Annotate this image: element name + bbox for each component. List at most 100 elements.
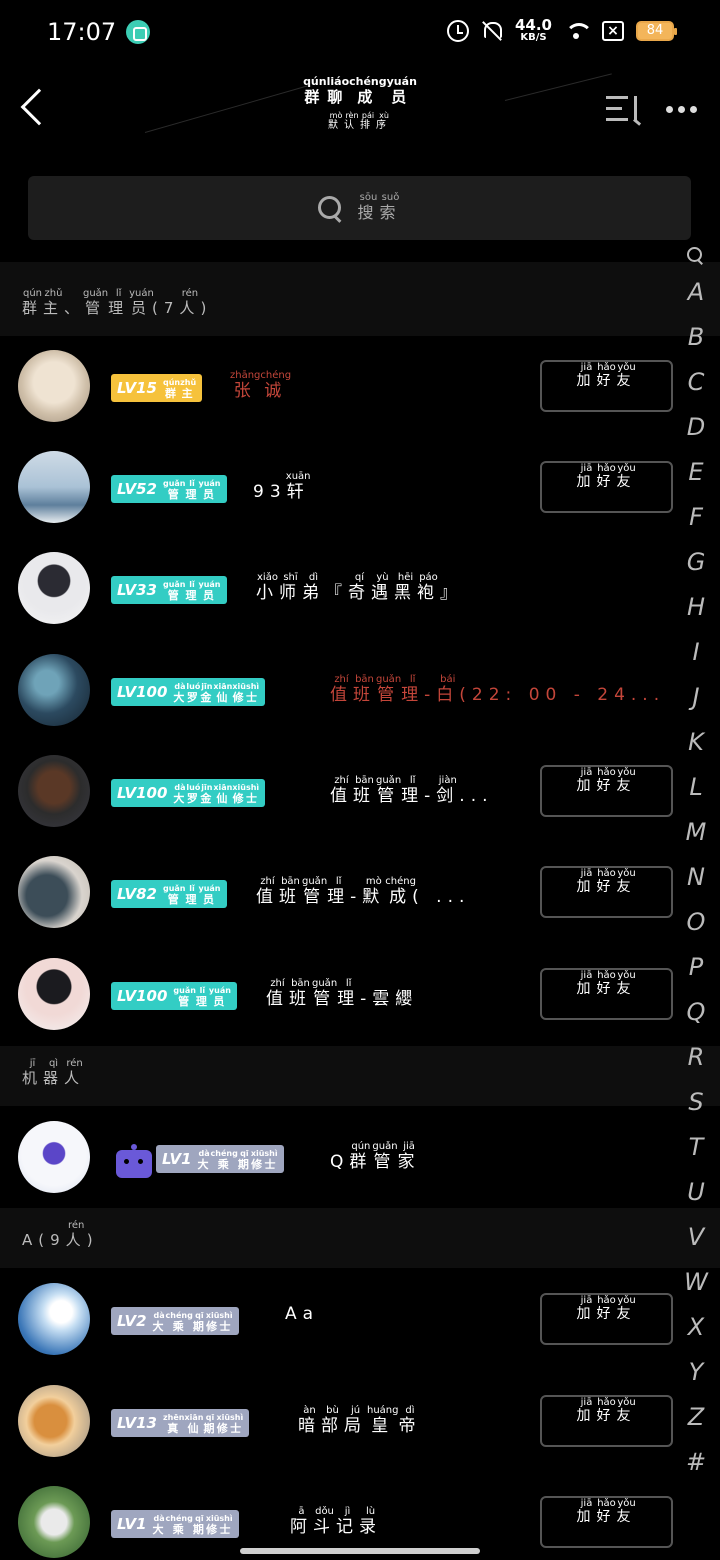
avatar[interactable] [18, 1486, 90, 1558]
index-letter[interactable]: D [676, 405, 716, 450]
avatar[interactable] [18, 350, 90, 422]
index-letter[interactable]: S [676, 1080, 716, 1125]
index-letter[interactable]: N [676, 855, 716, 900]
status-bar: 17:07 44.0 KB/S × 84 [0, 0, 720, 62]
home-indicator[interactable] [240, 1548, 480, 1554]
index-letter[interactable]: A [676, 270, 716, 315]
level-text: LV33 [117, 581, 157, 599]
index-letter[interactable]: F [676, 495, 716, 540]
search-placeholder: 搜sōu索suǒ [357, 192, 402, 222]
level-badge: LV1 大dà乘chéng期qī修xiū士shì [111, 1510, 239, 1538]
member-name: 93轩xuān [253, 471, 311, 502]
section-label: 机jī器qì人rén [22, 1057, 86, 1087]
avatar[interactable] [18, 552, 90, 624]
avatar[interactable] [18, 654, 90, 726]
avatar[interactable] [18, 856, 90, 928]
level-badge: LV33 管guǎn理lǐ员yuán [111, 576, 227, 604]
member-name: 阿ā斗dǒu记jì录lù [290, 1506, 382, 1537]
level-text: LV52 [117, 480, 157, 498]
section-header-a: A(9人rén) [0, 1208, 720, 1268]
avatar[interactable] [18, 1121, 90, 1193]
add-friend-button[interactable]: 加jiā好hǎo友yǒu [540, 765, 673, 817]
level-badge: LV100 大dà罗luó金jīn仙xiān修xiū士shì [111, 678, 266, 706]
index-letter[interactable]: L [676, 765, 716, 810]
status-icons: 44.0 KB/S × 84 [446, 18, 677, 43]
member-name: 值zhí班bān管guǎn理lǐ-默mò成chéng( ... [256, 876, 471, 907]
index-letter[interactable]: K [676, 720, 716, 765]
index-search-icon[interactable] [676, 240, 716, 270]
add-friend-button[interactable]: 加jiā好hǎo友yǒu [540, 360, 673, 412]
member-row[interactable]: LV100 管guǎn理lǐ员yuán 值zhí班bān管guǎn理lǐ-雲纓 加ji… [0, 944, 680, 1045]
badge-title: 管guǎn理lǐ员yuán [173, 985, 231, 1008]
member-row[interactable]: LV1 大dà乘chéng期qī修xiū士shì Q群qún管guǎn家jiā [0, 1107, 680, 1208]
level-badge: LV13 真zhēn仙xiān期qī修xiū士shì [111, 1409, 250, 1437]
level-text: LV100 [117, 683, 168, 701]
avatar[interactable] [18, 1283, 90, 1355]
member-row[interactable]: LV52 管guǎn理lǐ员yuán 93轩xuān 加jiā好hǎo友yǒu [0, 437, 680, 538]
index-letter[interactable]: W [676, 1260, 716, 1305]
avatar[interactable] [18, 1385, 90, 1457]
member-name: 值zhí班bān管guǎn理lǐ-雲纓 [266, 978, 419, 1009]
member-row[interactable]: LV13 真zhēn仙xiān期qī修xiū士shì 暗àn部bù局jú皇huáng… [0, 1371, 680, 1472]
sort-icon[interactable] [606, 94, 646, 124]
member-row[interactable]: LV2 大dà乘chéng期qī修xiū士shì Aa 加jiā好hǎo友yǒu [0, 1269, 680, 1370]
section-header-robots: 机jī器qì人rén [0, 1046, 720, 1106]
member-row[interactable]: LV15 群qún主zhǔ 张zhāng诚chéng 加jiā好hǎo友yǒu [0, 336, 680, 437]
add-friend-button[interactable]: 加jiā好hǎo友yǒu [540, 866, 673, 918]
index-letter[interactable]: I [676, 630, 716, 675]
alphabet-index[interactable]: A B C D E F G H I J K L M N O P Q R S T U V W X Y Z # [676, 240, 716, 1485]
mute-icon [481, 20, 503, 42]
index-letter[interactable]: H [676, 585, 716, 630]
index-letter[interactable]: # [676, 1440, 716, 1485]
member-row[interactable]: LV100 大dà罗luó金jīn仙xiān修xiū士shì 值zhí班bān管gu… [0, 741, 680, 842]
search-input[interactable]: 搜sōu索suǒ [28, 176, 691, 240]
member-row[interactable]: LV33 管guǎn理lǐ员yuán 小xiǎo师shī弟dì『奇qí遇yù黑hēi… [0, 538, 680, 639]
wifi-icon [564, 21, 590, 41]
badge-title: 管guǎn理lǐ员yuán [162, 883, 221, 906]
level-text: LV15 [117, 379, 157, 397]
section-label: 群qún主zhǔ、管guǎn理lǐ员yuán(7人rén) [22, 287, 213, 317]
index-letter[interactable]: Q [676, 990, 716, 1035]
network-speed-value: 44.0 [514, 16, 552, 34]
index-letter[interactable]: M [676, 810, 716, 855]
index-letter[interactable]: Y [676, 1350, 716, 1395]
index-letter[interactable]: Z [676, 1395, 716, 1440]
alarm-icon [446, 19, 469, 42]
index-letter[interactable]: G [676, 540, 716, 585]
add-friend-button[interactable]: 加jiā好hǎo友yǒu [540, 968, 673, 1020]
add-friend-button[interactable]: 加jiā好hǎo友yǒu [540, 1293, 673, 1345]
index-letter[interactable]: E [676, 450, 716, 495]
avatar[interactable] [18, 958, 90, 1030]
member-name: 张zhāng诚chéng [230, 370, 292, 401]
index-letter[interactable]: C [676, 360, 716, 405]
index-letter[interactable]: T [676, 1125, 716, 1170]
member-row[interactable]: LV1 大dà乘chéng期qī修xiū士shì 阿ā斗dǒu记jì录lù 加jiā好… [0, 1472, 680, 1560]
index-letter[interactable]: J [676, 675, 716, 720]
member-row[interactable]: LV100 大dà罗luó金jīn仙xiān修xiū士shì 值zhí班bān管gu… [0, 640, 680, 741]
avatar[interactable] [18, 451, 90, 523]
level-badge: LV100 大dà罗luó金jīn仙xiān修xiū士shì [111, 779, 266, 807]
add-friend-button[interactable]: 加jiā好hǎo友yǒu [540, 461, 673, 513]
section-header-admins: 群qún主zhǔ、管guǎn理lǐ员yuán(7人rén) [0, 262, 720, 336]
index-letter[interactable]: R [676, 1035, 716, 1080]
badge-title: 大dà乘chéng期qī修xiū士shì [152, 1310, 233, 1333]
level-text: LV1 [117, 1515, 147, 1533]
index-letter[interactable]: P [676, 945, 716, 990]
add-friend-button[interactable]: 加jiā好hǎo友yǒu [540, 1395, 673, 1447]
network-speed: 44.0 KB/S [515, 18, 552, 43]
member-name: 值zhí班bān管guǎn理lǐ-白bái(22: 00 - 24... [330, 674, 660, 705]
avatar[interactable] [18, 755, 90, 827]
index-letter[interactable]: U [676, 1170, 716, 1215]
app-notification-icon [126, 20, 150, 44]
index-letter[interactable]: B [676, 315, 716, 360]
index-letter[interactable]: V [676, 1215, 716, 1260]
level-text: LV2 [117, 1312, 147, 1330]
add-friend-button[interactable]: 加jiā好hǎo友yǒu [540, 1496, 673, 1548]
index-letter[interactable]: X [676, 1305, 716, 1350]
badge-title: 管guǎn理lǐ员yuán [162, 579, 221, 602]
index-letter[interactable]: O [676, 900, 716, 945]
member-row[interactable]: LV82 管guǎn理lǐ员yuán 值zhí班bān管guǎn理lǐ-默mò成ch… [0, 842, 680, 943]
member-name: Aa [285, 1304, 320, 1324]
more-icon[interactable] [666, 106, 697, 113]
badge-title: 群qún主zhǔ [162, 377, 197, 400]
